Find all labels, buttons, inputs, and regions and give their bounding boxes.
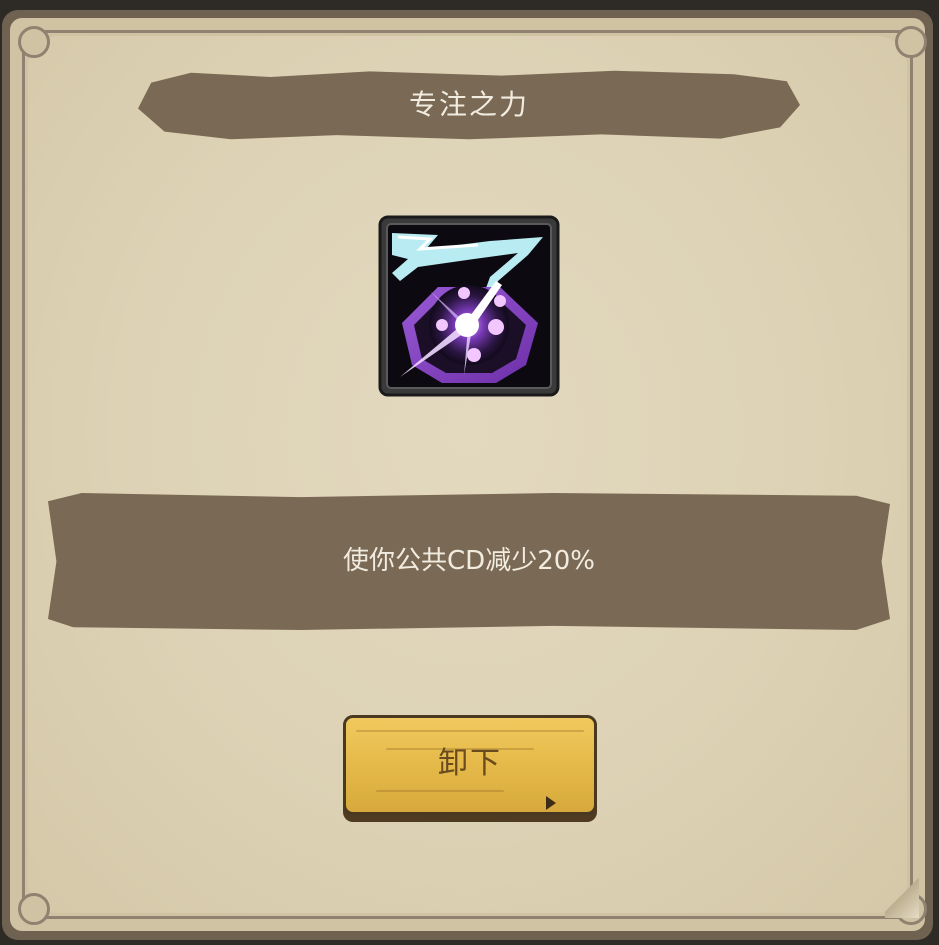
skill-detail-dialog: 专注之力 使你公共CD减少20% 卸下 — [0, 0, 939, 945]
dialog-title: 专注之力 — [408, 88, 529, 121]
focus-power-icon — [378, 215, 560, 397]
skill-description: 使你公共CD减少20% — [343, 546, 595, 576]
frame-corner-ornament — [895, 26, 927, 58]
button-nail-decoration — [546, 796, 556, 810]
unequip-button-label: 卸下 — [438, 746, 502, 781]
frame-corner-ornament — [18, 893, 50, 925]
page-curl-decoration — [885, 878, 919, 918]
unequip-button[interactable]: 卸下 — [343, 715, 597, 815]
frame-corner-ornament — [18, 26, 50, 58]
